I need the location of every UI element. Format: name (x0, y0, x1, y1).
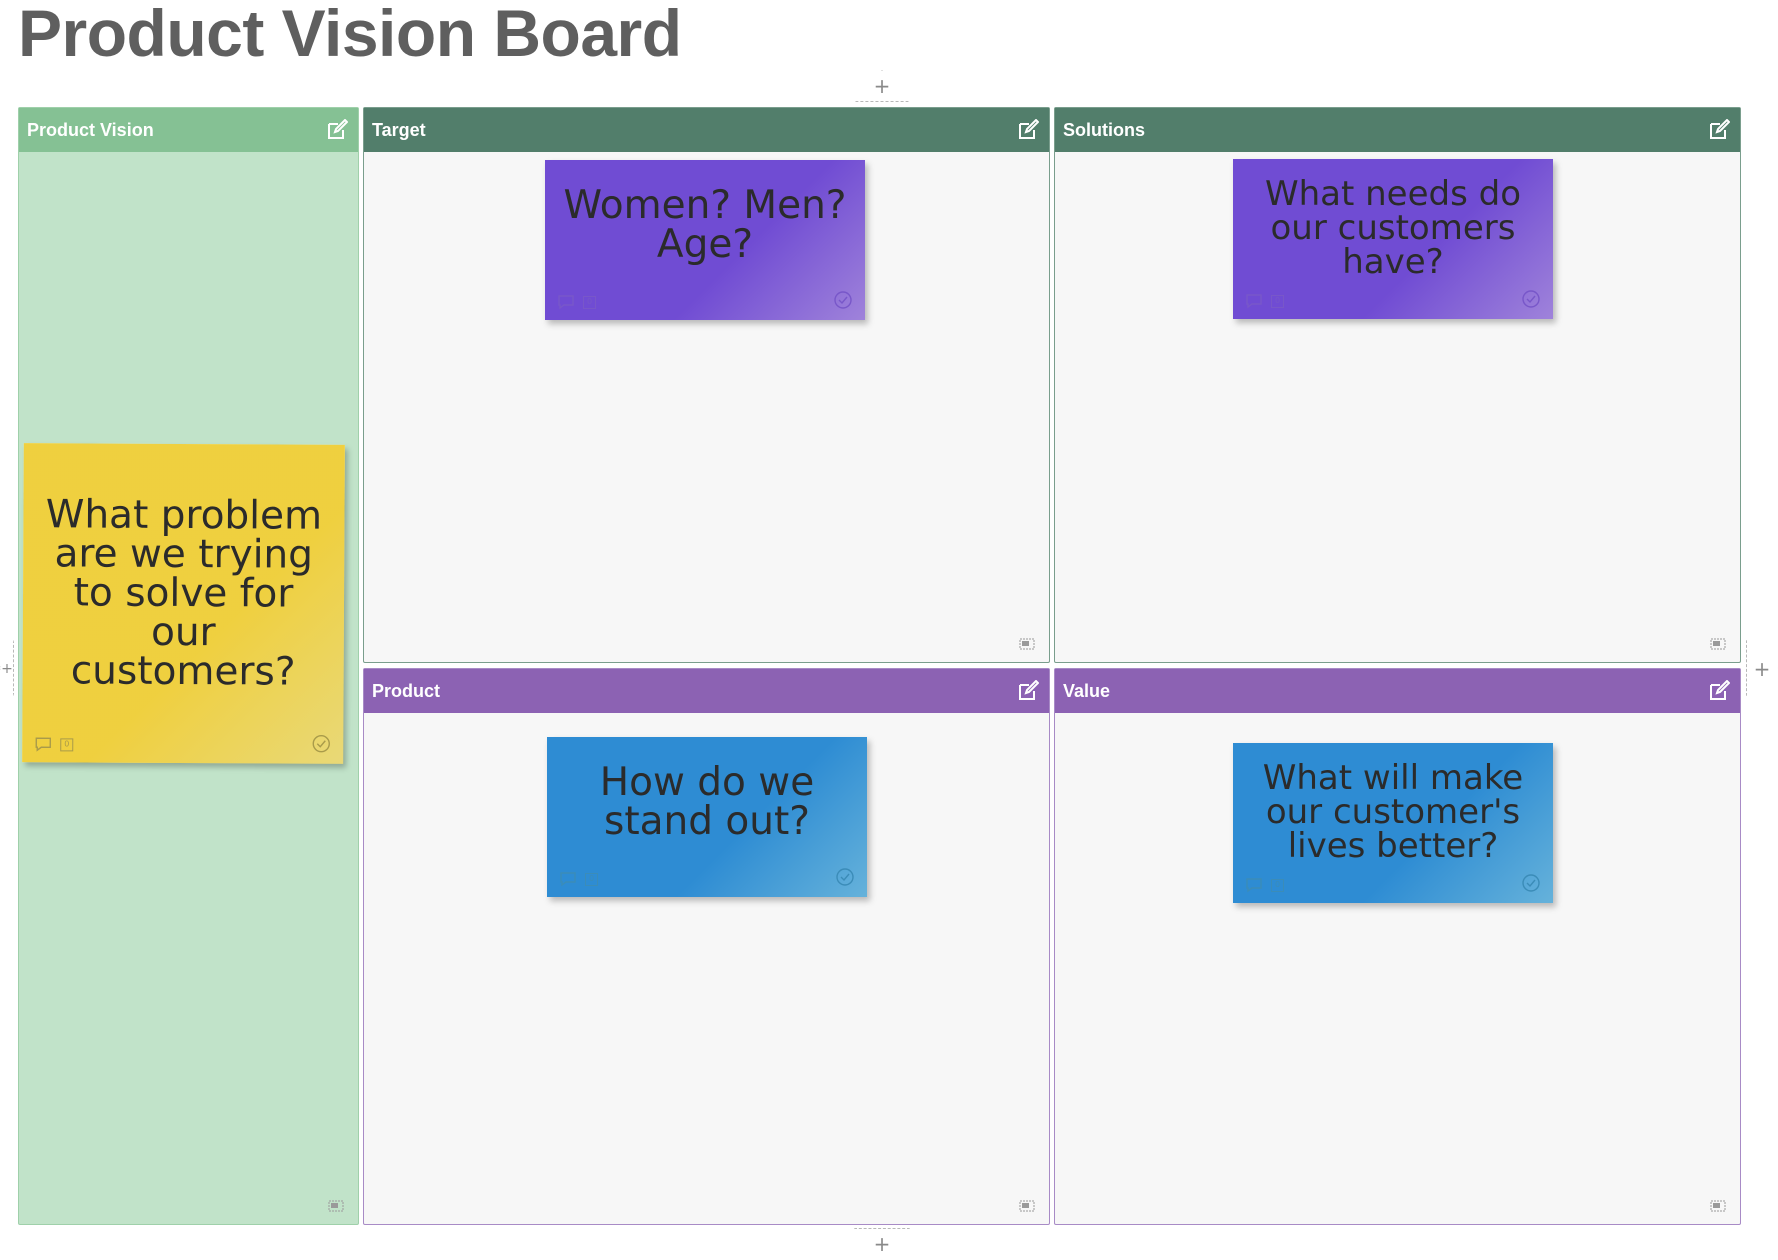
lane-solutions[interactable]: Solutions What needs do our customers ha… (1054, 107, 1741, 663)
sticky-note-text: Women? Men? Age? (563, 183, 847, 267)
lane-header: Value (1055, 669, 1740, 713)
lane-header: Product Vision (19, 108, 358, 152)
vote-count-badge[interactable]: 0 (1271, 879, 1284, 892)
lane-title: Value (1063, 681, 1111, 701)
comment-icon[interactable] (34, 736, 52, 752)
sticky-note[interactable]: What will make our customer's lives bett… (1233, 743, 1553, 903)
sticky-note-footer: 0 (1245, 289, 1541, 309)
vote-count-badge[interactable]: 0 (1271, 295, 1284, 308)
add-lane-top-button[interactable]: + (854, 70, 910, 102)
comment-icon[interactable] (559, 871, 577, 887)
card-stack-icon[interactable] (328, 1200, 344, 1212)
edit-icon[interactable] (1017, 119, 1039, 141)
card-stack-icon[interactable] (1019, 638, 1035, 650)
lane-product[interactable]: Product How do we stand out? 0 (363, 668, 1050, 1225)
card-stack-icon[interactable] (1710, 1200, 1726, 1212)
edit-icon[interactable] (326, 119, 348, 141)
lane-header: Target (364, 108, 1049, 152)
sticky-note-text: What will make our customer's lives bett… (1262, 758, 1524, 866)
check-circle-icon[interactable] (311, 734, 331, 754)
vote-count-badge[interactable]: 0 (60, 738, 74, 752)
lane-product-vision[interactable]: Product Vision What problem are we tryin… (18, 107, 359, 1225)
sticky-note-text: What needs do our customers have? (1264, 174, 1521, 282)
lane-title: Target (372, 120, 426, 140)
sticky-note[interactable]: What problem are we trying to solve for … (22, 443, 345, 764)
edit-icon[interactable] (1708, 680, 1730, 702)
lane-title: Product Vision (27, 120, 154, 140)
sticky-note-text: How do we stand out? (599, 760, 815, 844)
lane-title: Product (372, 681, 441, 701)
board-title: Product Vision Board (18, 0, 682, 70)
comment-icon[interactable] (1245, 877, 1263, 893)
lane-header: Product (364, 669, 1049, 713)
add-lane-right-button[interactable]: + (1746, 640, 1778, 696)
sticky-note[interactable]: Women? Men? Age? 0 (545, 160, 865, 320)
card-stack-icon[interactable] (1710, 638, 1726, 650)
card-stack-icon[interactable] (1019, 1200, 1035, 1212)
check-circle-icon[interactable] (1521, 873, 1541, 893)
check-circle-icon[interactable] (835, 867, 855, 887)
lane-title: Solutions (1063, 120, 1145, 140)
edit-icon[interactable] (1017, 680, 1039, 702)
comment-icon[interactable] (1245, 293, 1263, 309)
sticky-note[interactable]: What needs do our customers have? 0 (1233, 159, 1553, 319)
vote-count-badge[interactable]: 0 (583, 296, 596, 309)
lane-value[interactable]: Value What will make our customer's live… (1054, 668, 1741, 1225)
sticky-note-footer: 0 (1245, 873, 1541, 893)
sticky-note-footer: 0 (34, 732, 331, 754)
comment-icon[interactable] (557, 294, 575, 310)
check-circle-icon[interactable] (833, 290, 853, 310)
lane-header: Solutions (1055, 108, 1740, 152)
add-lane-left-button[interactable]: + (0, 640, 14, 696)
edit-icon[interactable] (1708, 119, 1730, 141)
add-lane-bottom-button[interactable]: + (854, 1228, 910, 1260)
sticky-note[interactable]: How do we stand out? 0 (547, 737, 867, 897)
check-circle-icon[interactable] (1521, 289, 1541, 309)
lane-target[interactable]: Target Women? Men? Age? 0 (363, 107, 1050, 663)
sticky-note-text: What problem are we trying to solve for … (45, 492, 323, 695)
vote-count-badge[interactable]: 0 (585, 873, 598, 886)
sticky-note-footer: 0 (559, 867, 855, 887)
sticky-note-footer: 0 (557, 290, 853, 310)
